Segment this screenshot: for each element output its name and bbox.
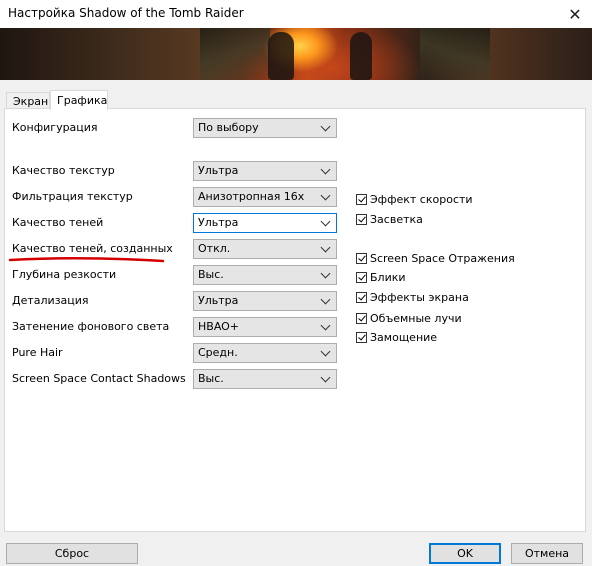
banner-figure-left (268, 32, 294, 80)
combo-value: HBAO+ (198, 320, 240, 333)
chevron-down-icon (320, 344, 332, 362)
chevron-down-icon (320, 240, 332, 258)
combo-configuration[interactable]: По выбору (193, 118, 337, 138)
chevron-down-icon (320, 119, 332, 137)
combo-contact-shadows[interactable]: Выс. (193, 369, 337, 389)
checkbox-bloom[interactable]: Засветка (356, 213, 423, 226)
combo-pure-hair[interactable]: Средн. (193, 343, 337, 363)
combo-value: Ультра (198, 216, 239, 229)
banner-figure-right (350, 32, 372, 80)
checkbox-lens-flares[interactable]: Блики (356, 271, 406, 284)
cancel-button[interactable]: Отмена (511, 543, 583, 564)
checkbox-motion-blur[interactable]: Эффект скорости (356, 193, 473, 206)
combo-shadow-quality[interactable]: Ультра (193, 213, 337, 233)
checkbox-label: Замощение (370, 331, 438, 344)
checkbox-screen-effects[interactable]: Эффекты экрана (356, 291, 469, 304)
combo-value: Ультра (198, 164, 239, 177)
combo-value: Ультра (198, 294, 239, 307)
tab-ekran[interactable]: Экран (6, 92, 50, 109)
combo-value: Анизотропная 16x (198, 190, 305, 203)
ok-button[interactable]: OK (429, 543, 501, 564)
combo-value: Выс. (198, 372, 224, 385)
label-texture-quality: Качество текстур (12, 164, 115, 177)
combo-value: Средн. (198, 346, 238, 359)
combo-texture-filtering[interactable]: Анизотропная 16x (193, 187, 337, 207)
checkbox-label: Объемные лучи (370, 312, 462, 325)
checkbox-label: Засветка (370, 213, 423, 226)
banner-foliage-left (200, 28, 270, 80)
chevron-down-icon (320, 318, 332, 336)
combo-value: Откл. (198, 242, 231, 255)
checkbox-label: Эффекты экрана (370, 291, 469, 304)
combo-value: По выбору (198, 121, 259, 134)
chevron-down-icon (320, 214, 332, 232)
checkbox-label: Screen Space Отражения (370, 252, 515, 265)
close-icon[interactable]: ✕ (558, 0, 592, 28)
red-underline-annotation (8, 256, 165, 263)
combo-detail[interactable]: Ультра (193, 291, 337, 311)
chevron-down-icon (320, 162, 332, 180)
checkbox-label: Блики (370, 271, 406, 284)
label-contact-shadows: Screen Space Contact Shadows (12, 372, 186, 385)
checkmark-icon (356, 194, 367, 205)
checkmark-icon (356, 332, 367, 343)
label-detail: Детализация (12, 294, 89, 307)
combo-value: Выс. (198, 268, 224, 281)
checkmark-icon (356, 214, 367, 225)
checkmark-icon (356, 272, 367, 283)
label-shadow-quality: Качество теней (12, 216, 104, 229)
combo-texture-quality[interactable]: Ультра (193, 161, 337, 181)
label-ambient-occlusion: Затенение фонового света (12, 320, 170, 333)
checkmark-icon (356, 313, 367, 324)
reset-button[interactable]: Сброс (6, 543, 138, 564)
chevron-down-icon (320, 188, 332, 206)
chevron-down-icon (320, 292, 332, 310)
combo-ambient-occlusion[interactable]: HBAO+ (193, 317, 337, 337)
window-title: Настройка Shadow of the Tomb Raider (8, 6, 244, 20)
chevron-down-icon (320, 266, 332, 284)
checkbox-volumetric-lighting[interactable]: Объемные лучи (356, 312, 462, 325)
checkmark-icon (356, 253, 367, 264)
label-texture-filtering: Фильтрация текстур (12, 190, 133, 203)
label-configuration: Конфигурация (12, 121, 98, 134)
checkmark-icon (356, 292, 367, 303)
combo-shadow-quality-created[interactable]: Откл. (193, 239, 337, 259)
label-pure-hair: Pure Hair (12, 346, 63, 359)
banner-image (0, 28, 592, 80)
title-bar: Настройка Shadow of the Tomb Raider ✕ (0, 0, 592, 28)
checkbox-tessellation[interactable]: Замощение (356, 331, 437, 344)
banner-foliage-right (420, 28, 490, 80)
checkbox-label: Эффект скорости (370, 193, 473, 206)
label-depth-of-field: Глубина резкости (12, 268, 117, 281)
tab-grafika[interactable]: Графика (50, 90, 108, 110)
combo-depth-of-field[interactable]: Выс. (193, 265, 337, 285)
checkbox-ss-reflections[interactable]: Screen Space Отражения (356, 252, 515, 265)
chevron-down-icon (320, 370, 332, 388)
